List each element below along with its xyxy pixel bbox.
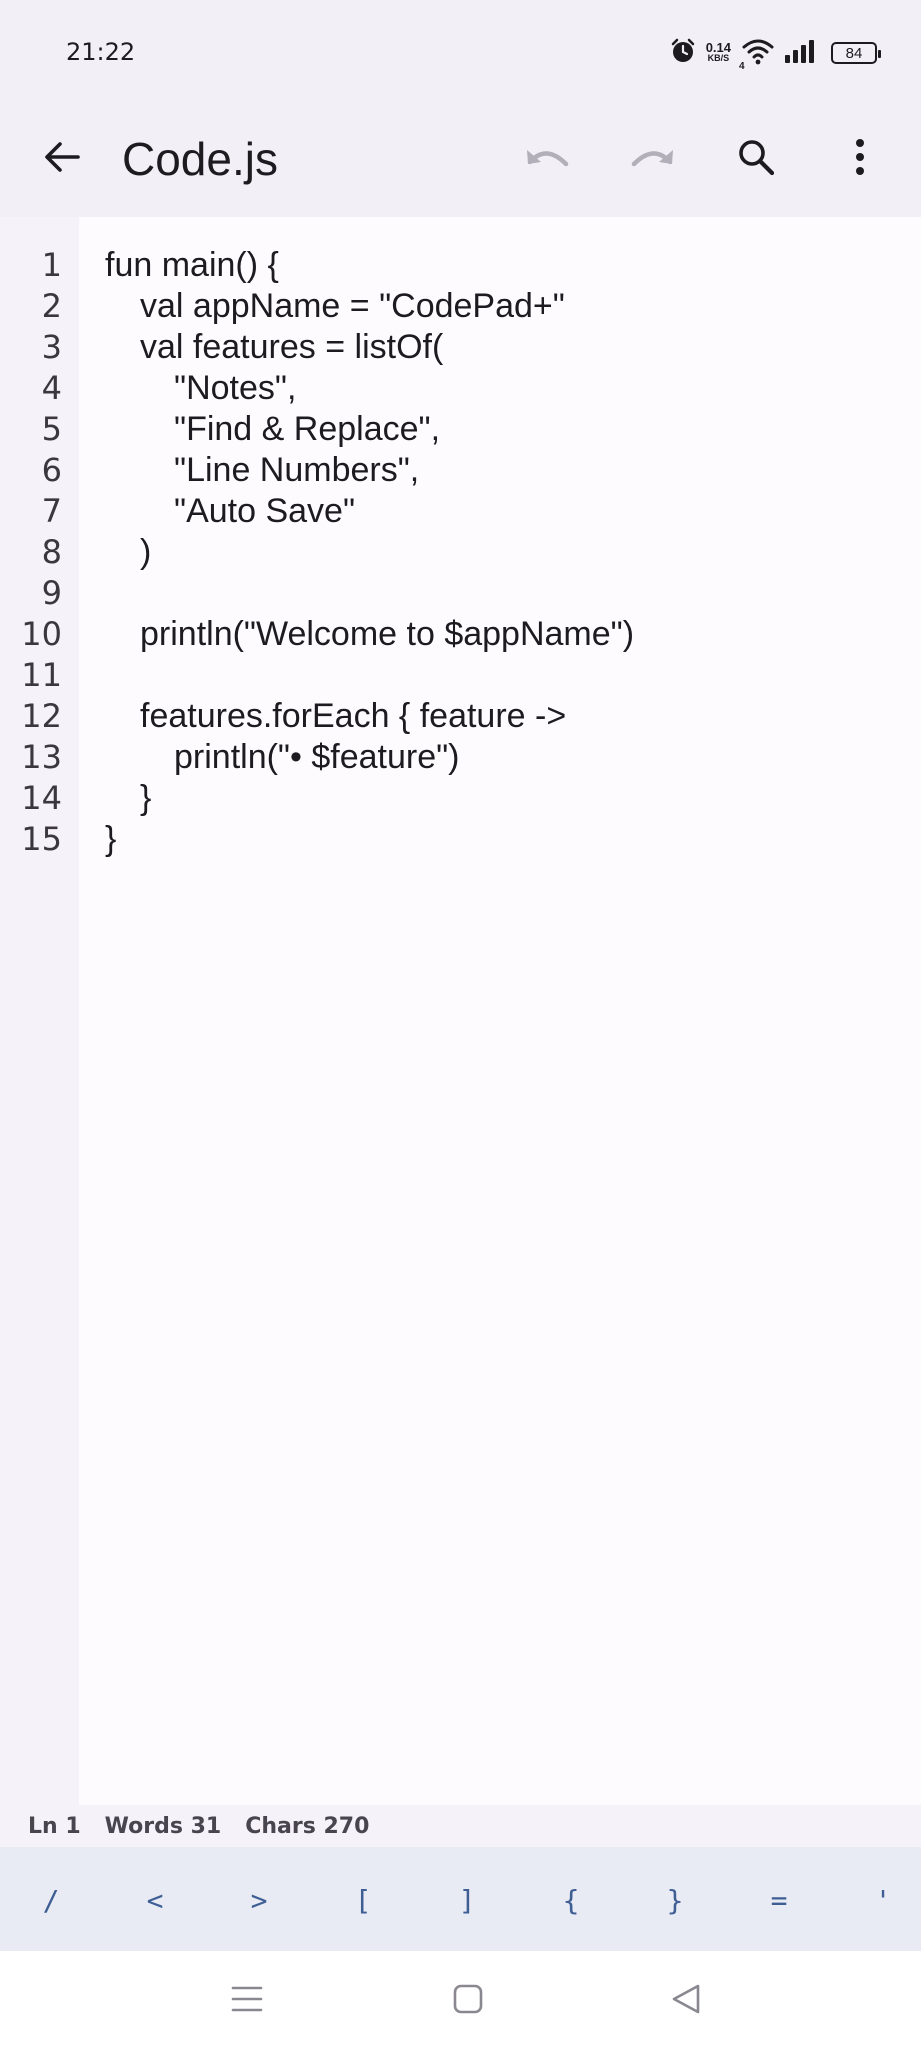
net-speed-value: 0.14 <box>705 40 731 55</box>
line-number: 12 <box>21 697 62 735</box>
code-line[interactable]: ) <box>140 532 151 573</box>
status-bar: 21:22 0.14 KB/S 4 84 <box>0 0 921 105</box>
code-line[interactable]: "Find & Replace", <box>174 409 440 450</box>
wifi-icon: 4 <box>739 37 775 72</box>
symbol-key-slash[interactable]: / <box>21 1875 81 1925</box>
back-arrow-icon <box>42 137 82 182</box>
symbol-key-close-bracket[interactable]: ] <box>437 1875 497 1925</box>
code-line[interactable]: val features = listOf( <box>140 327 443 368</box>
home-button[interactable] <box>438 1973 498 2029</box>
symbol-key-greater-than[interactable]: > <box>229 1875 289 1925</box>
symbol-key-quote[interactable]: ' <box>853 1875 913 1925</box>
code-line[interactable]: println("Welcome to $appName") <box>140 614 634 655</box>
home-square-icon <box>452 1983 484 2020</box>
page-title: Code.js <box>122 133 278 185</box>
line-number: 1 <box>41 246 62 284</box>
net-speed: 0.14 KB/S <box>705 40 731 64</box>
document-stats: Ln 1 Words 31 Chars 270 <box>0 1805 921 1847</box>
symbol-key-equals[interactable]: = <box>749 1875 809 1925</box>
line-number: 15 <box>21 820 62 858</box>
code-line[interactable]: } <box>140 778 151 819</box>
battery-level: 84 <box>845 44 863 62</box>
code-line[interactable]: println("• $feature") <box>174 737 460 778</box>
more-options-button[interactable] <box>830 129 890 189</box>
line-number: 7 <box>41 492 62 530</box>
code-editor[interactable]: fun main() { val appName = "CodePad+" va… <box>79 217 921 1805</box>
symbol-key-close-brace[interactable]: } <box>645 1875 705 1925</box>
signal-icon <box>783 38 817 69</box>
line-number: 5 <box>41 410 62 448</box>
net-speed-unit: KB/S <box>707 53 730 63</box>
line-number: 8 <box>41 533 62 571</box>
code-line[interactable]: "Notes", <box>174 368 296 409</box>
code-line[interactable]: features.forEach { feature -> <box>140 696 566 737</box>
line-number: 4 <box>41 369 62 407</box>
code-line[interactable]: fun main() { <box>105 245 279 286</box>
system-nav-bar <box>0 1951 921 2048</box>
status-icons: 0.14 KB/S 4 84 <box>670 36 881 72</box>
menu-icon <box>231 1984 263 2019</box>
line-number: 9 <box>41 574 62 612</box>
line-number: 2 <box>41 287 62 325</box>
code-line[interactable]: "Auto Save" <box>174 491 355 532</box>
system-back-button[interactable] <box>656 1973 716 2029</box>
line-number: 14 <box>21 779 62 817</box>
battery-icon: 84 <box>831 42 881 64</box>
code-line[interactable]: "Line Numbers", <box>174 450 419 491</box>
network-type: 4 <box>739 60 745 72</box>
line-number: 3 <box>41 328 62 366</box>
symbol-key-open-bracket[interactable]: [ <box>333 1875 393 1925</box>
line-number: 13 <box>21 738 62 776</box>
search-icon <box>736 137 776 182</box>
back-triangle-icon <box>670 1983 702 2020</box>
char-count: Chars 270 <box>245 1813 370 1839</box>
word-count: Words 31 <box>104 1813 222 1839</box>
code-line[interactable]: } <box>105 819 116 860</box>
redo-button[interactable] <box>622 129 682 189</box>
symbol-key-less-than[interactable]: < <box>125 1875 185 1925</box>
line-number: 11 <box>21 656 62 694</box>
code-line[interactable]: val appName = "CodePad+" <box>140 286 565 327</box>
symbol-toolbar: / < > [ ] { } = ' <box>0 1847 921 1951</box>
line-number: 10 <box>21 615 62 653</box>
line-number-gutter: 1 2 3 4 5 6 7 8 9 10 11 12 13 14 15 <box>0 217 79 1805</box>
line-number: 6 <box>41 451 62 489</box>
recent-apps-button[interactable] <box>217 1973 277 2029</box>
undo-button[interactable] <box>518 129 578 189</box>
undo-icon <box>524 142 572 177</box>
symbol-key-open-brace[interactable]: { <box>541 1875 601 1925</box>
alarm-icon <box>670 38 696 69</box>
cursor-line: Ln 1 <box>28 1813 81 1839</box>
back-button[interactable] <box>32 129 92 189</box>
more-vert-icon <box>854 137 866 182</box>
search-button[interactable] <box>726 129 786 189</box>
app-bar: Code.js <box>0 105 921 217</box>
redo-icon <box>628 142 676 177</box>
status-time: 21:22 <box>66 38 136 66</box>
